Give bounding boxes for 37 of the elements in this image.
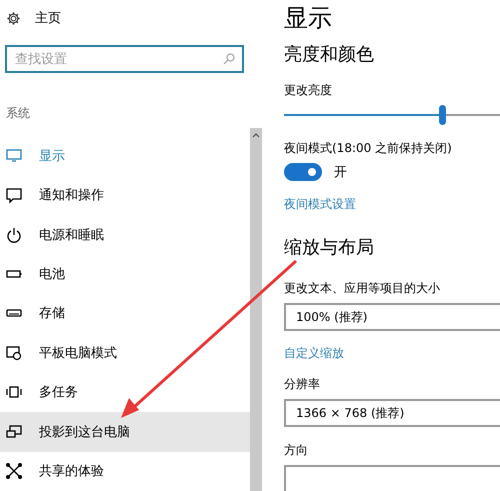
section-heading: 亮度和颜色	[284, 43, 375, 67]
dropdown-label: 方向	[284, 442, 309, 458]
dropdown[interactable]: 100% (推荐)	[284, 303, 500, 331]
power-icon	[5, 226, 23, 244]
scroll-up-icon[interactable]	[251, 131, 261, 139]
nodes-icon	[5, 462, 23, 480]
slider-label: 更改亮度	[284, 82, 333, 98]
speech-bubble-icon	[5, 186, 23, 204]
nav-item[interactable]: 多任务	[0, 372, 250, 412]
settings-link[interactable]: 夜间模式设置	[284, 196, 356, 212]
section-heading: 缩放与布局	[284, 236, 375, 260]
search-field[interactable]: 查找设置	[5, 45, 244, 73]
home-link[interactable]: 主页	[35, 9, 61, 27]
scrollbar[interactable]	[250, 128, 262, 491]
toggle-state: 开	[334, 164, 347, 181]
nav-item[interactable]: 共享的体验	[0, 452, 250, 491]
settings-link[interactable]: 自定义缩放	[284, 345, 344, 361]
section-heading: 系统	[6, 105, 31, 122]
page-title: 显示	[284, 3, 333, 34]
slider-thumb[interactable]	[439, 105, 446, 125]
search-icon	[223, 53, 235, 65]
nav-item[interactable]: 电源和睡眠	[0, 214, 250, 254]
settings-icon[interactable]	[6, 10, 21, 26]
toggle-label: 夜间模式(18:00 之前保持关闭)	[284, 140, 453, 156]
toggle-switch[interactable]	[284, 163, 322, 181]
nav-item[interactable]: 电池	[0, 254, 250, 294]
dropdown[interactable]: 1366 × 768 (推荐)	[284, 399, 500, 427]
nav-item[interactable]: 平板电脑模式	[0, 333, 250, 373]
dropdown[interactable]	[284, 465, 500, 491]
dropdown-label: 分辨率	[284, 376, 321, 392]
tablet-icon	[5, 344, 23, 362]
nav-item[interactable]: 通知和操作	[0, 175, 250, 215]
nav-item[interactable]: 投影到这台电脑	[0, 412, 250, 452]
dropdown-label: 更改文本、应用等项目的大小	[284, 280, 441, 296]
brightness-slider[interactable]	[284, 105, 500, 125]
nav-item[interactable]: 显示	[0, 136, 250, 176]
nav-item[interactable]: 存储	[0, 294, 250, 334]
